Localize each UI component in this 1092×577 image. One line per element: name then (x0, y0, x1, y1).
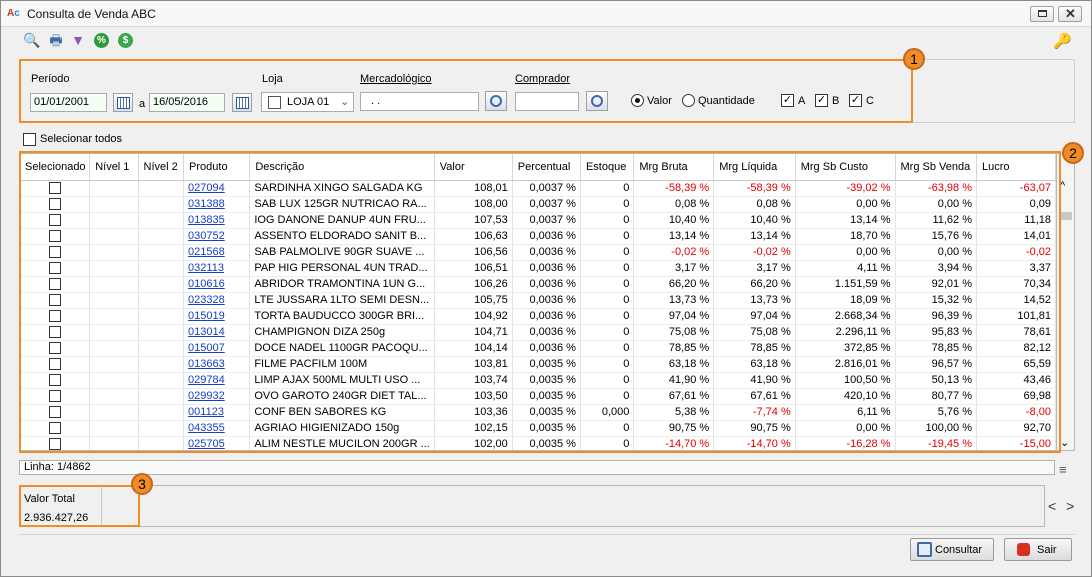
loja-label: Loja (262, 73, 283, 85)
currency-icon[interactable]: $ (118, 33, 133, 48)
print-icon[interactable]: 🖶 (47, 31, 65, 49)
scroll-down-icon[interactable]: ⌄ (1060, 436, 1069, 449)
loja-checkbox[interactable] (268, 96, 281, 109)
chevron-down-icon[interactable]: ⌄ (340, 95, 349, 108)
sair-button[interactable]: Sair (1004, 538, 1072, 561)
mercadologico-input[interactable]: . . (360, 92, 479, 111)
consultar-button[interactable]: Consultar (910, 538, 994, 561)
date-separator: a (139, 98, 146, 110)
checkbox-b-label: B (832, 95, 840, 107)
app-logo-icon: Ac (7, 8, 20, 19)
mercadologico-label: Mercadológico (360, 73, 432, 85)
checkbox-a[interactable]: ✓ (781, 94, 794, 107)
restore-button[interactable] (1030, 6, 1054, 22)
consultar-label: Consultar (935, 544, 983, 556)
sair-label: Sair (1037, 544, 1057, 556)
valor-radio[interactable] (631, 94, 644, 107)
comprador-search-button[interactable] (586, 91, 608, 111)
checkbox-b[interactable]: ✓ (815, 94, 828, 107)
badge-3: 3 (131, 473, 153, 495)
status-bar: Linha: 1/4862 (19, 460, 1055, 475)
nav-prev-icon[interactable]: < (1048, 498, 1056, 514)
quantidade-radio-label: Quantidade (698, 95, 755, 107)
highlight-box-1 (19, 59, 913, 123)
select-all-checkbox[interactable] (23, 133, 36, 146)
close-icon: ✕ (1065, 6, 1076, 21)
hamburger-menu-icon[interactable]: ≡ (1059, 462, 1067, 477)
highlight-box-3 (19, 485, 140, 527)
restore-icon (1038, 10, 1047, 17)
highlight-box-2 (19, 151, 1061, 453)
close-button[interactable]: ✕ (1058, 6, 1082, 22)
date-to-calendar-button[interactable] (232, 93, 252, 112)
key-icon[interactable]: 🔑 (1053, 32, 1072, 50)
loja-value: LOJA 01 (287, 96, 330, 108)
date-from-input[interactable]: 01/01/2001 (30, 93, 107, 112)
title-bar: Ac Consulta de Venda ABC ✕ (1, 1, 1091, 27)
totals-nav: < > (1048, 498, 1074, 514)
filter-icon[interactable]: ▼ (69, 31, 87, 49)
calendar-icon (117, 97, 130, 109)
mercadologico-search-button[interactable] (485, 91, 507, 111)
quantidade-radio[interactable] (682, 94, 695, 107)
date-from-calendar-button[interactable] (113, 93, 133, 112)
totals-panel: Valor Total 2.936.427,26 (19, 485, 1045, 527)
checkbox-a-label: A (798, 95, 806, 107)
search-icon (591, 95, 603, 107)
loja-select[interactable]: LOJA 01 ⌄ (261, 92, 354, 112)
percent-icon[interactable]: % (94, 33, 109, 48)
power-icon (1017, 543, 1030, 556)
valor-radio-label: Valor (647, 95, 672, 107)
badge-2: 2 (1062, 142, 1084, 164)
calendar-icon (236, 97, 249, 109)
search-icon (917, 542, 932, 557)
date-to-input[interactable]: 16/05/2016 (149, 93, 225, 112)
search-icon (490, 95, 502, 107)
comprador-input[interactable] (515, 92, 579, 111)
comprador-label: Comprador (515, 73, 571, 85)
main-window: Ac Consulta de Venda ABC ✕ 🔍 🖶 ▼ % $ 🔑 1… (0, 0, 1092, 577)
badge-1: 1 (903, 48, 925, 70)
window-title: Consulta de Venda ABC (27, 7, 156, 21)
preview-icon[interactable]: 🔍 (23, 31, 41, 49)
checkbox-c-label: C (866, 95, 874, 107)
periodo-label: Período (31, 73, 70, 85)
checkbox-c[interactable]: ✓ (849, 94, 862, 107)
select-all-label: Selecionar todos (40, 133, 122, 145)
nav-next-icon[interactable]: > (1066, 498, 1074, 514)
